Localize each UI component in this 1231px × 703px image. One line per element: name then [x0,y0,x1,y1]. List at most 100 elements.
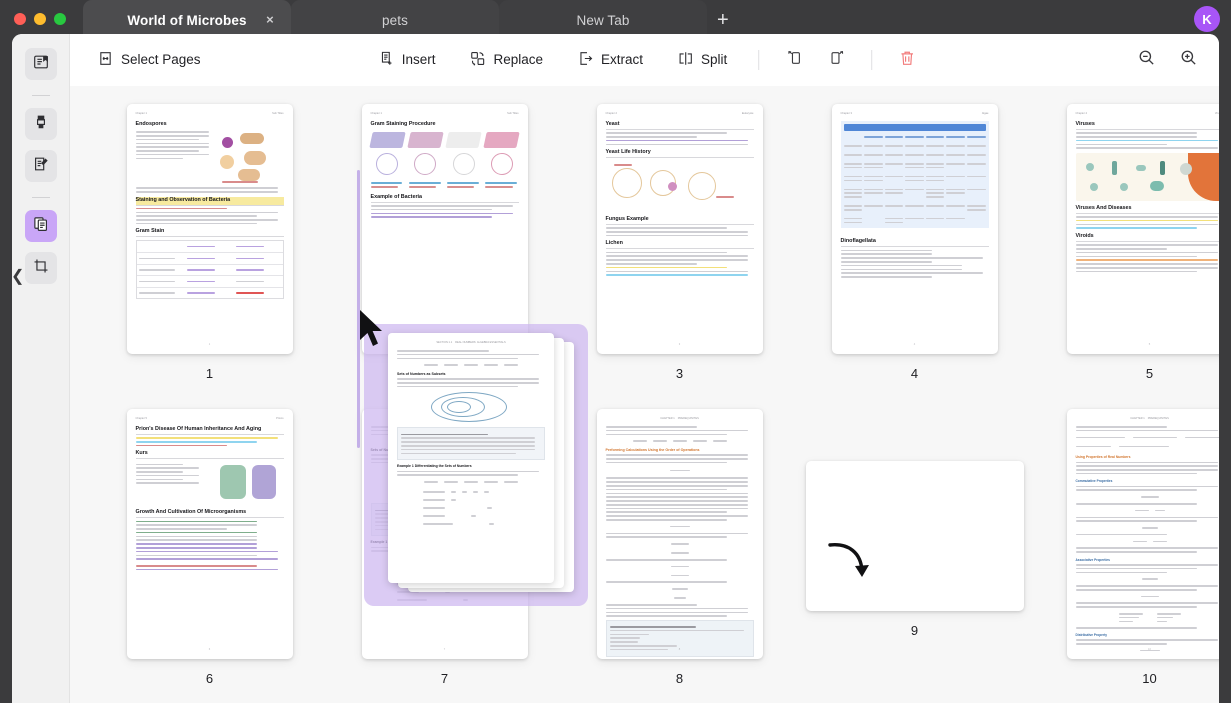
sidebar-item-crop[interactable] [24,252,57,284]
close-window-button[interactable] [14,13,26,25]
zoom-controls [1133,47,1201,73]
page-header-right: Eukaryote [741,112,754,115]
left-tool-rail: ❮ [12,34,70,703]
rotate-left-button[interactable] [781,47,807,73]
sidebar-item-annotate[interactable] [24,150,57,182]
toolbar-divider [758,50,760,70]
page-header-left: Chapter 2 [605,112,617,115]
page-header-left: CHAPTER 1 [660,417,675,420]
sidebar-item-organize-pages[interactable] [24,210,57,242]
pages-grid: Chapter 1 Sub Titles Endospores Staining… [70,104,1219,703]
page-number: 10 [1142,671,1157,686]
crop-icon [32,257,50,280]
select-pages-icon [97,50,114,70]
dragged-page-1: SECTION 1.1 REAL NUMBERS: ALGEBRA ESSENT… [388,333,554,583]
app-body: ❮ Select Pages Insert Replace Extract Sp… [12,34,1219,703]
page-header-left: Chapter 5 [135,417,147,420]
page-title: Using Properties of Real Numbers [1075,455,1131,460]
page-content: Chapter 4 Viruses Viruses [1067,104,1219,354]
zoom-in-button[interactable] [1175,47,1201,73]
page-thumbnail-5[interactable]: Chapter 4 Viruses Viruses [1032,104,1219,409]
page-title: Sets of Numbers as Subsets [397,372,446,377]
page-section: Example 1 Differentiating the Sets of Nu… [397,464,472,469]
page-header-left: CHAPTER 1 [1130,417,1145,420]
page-footer: 10 [1148,648,1151,651]
page-header-left: Chapter 1 [370,112,382,115]
page-thumbnail-6[interactable]: Chapter 5 Prions Prion's Disease Of Huma… [92,409,327,703]
page-footer: 1 [208,343,211,346]
toolbar-actions: Insert Replace Extract Split [369,45,921,75]
page-content: SECTION 1.1 REAL NUMBERS: ALGEBRA ESSENT… [388,333,554,583]
page-figure [1075,152,1219,201]
page-preview[interactable]: Chapter 2 Eukaryote Yeast Yeast Life His… [596,104,763,354]
sidebar-resize-handle[interactable]: ❮ [12,266,24,288]
page-footer: 5 [1148,343,1151,346]
page-content: Chapter 2 Eukaryote Yeast Yeast Life His… [597,104,763,354]
delete-button[interactable] [894,47,920,73]
close-icon[interactable]: × [263,13,277,27]
rail-divider [31,197,50,198]
maximize-window-button[interactable] [54,13,66,25]
replace-icon [469,50,486,70]
page-footer: 7 [443,648,446,651]
page-preview[interactable]: Chapter 1 Sub Titles Endospores Staining… [126,104,293,354]
page-preview[interactable]: CHAPTER 1 PREREQUISITES Performing Calcu… [596,409,763,659]
sidebar-item-reader-view[interactable] [24,48,57,80]
marker-pen-icon [32,113,50,136]
split-icon [677,50,694,70]
page-header-left: Chapter 3 [840,112,852,115]
page-header-right: Viruses [1214,112,1219,115]
page-header-left: SECTION 1.1 [436,341,453,344]
page-number: 1 [205,366,214,381]
page-number: 4 [910,366,919,381]
page-section: Viruses And Diseases [1075,205,1219,214]
page-section: Growth And Cultivation Of Microorganisms [135,509,284,519]
pages-stack-icon [32,215,50,238]
page-preview[interactable]: Chapter 5 Prions Prion's Disease Of Huma… [126,409,293,659]
page-toolbar: Select Pages Insert Replace Extract Spli… [70,34,1219,86]
tab-title: New Tab [576,12,630,28]
pages-canvas[interactable]: Chapter 1 Sub Titles Endospores Staining… [70,86,1219,703]
page-footer: 4 [913,343,916,346]
rotate-right-button[interactable] [823,47,849,73]
book-page-icon [32,53,50,76]
page-thumbnail-8[interactable]: CHAPTER 1 PREREQUISITES Performing Calcu… [562,409,797,703]
extract-button[interactable]: Extract [568,45,652,75]
page-title: Endospores [135,121,167,127]
page-thumbnail-1[interactable]: Chapter 1 Sub Titles Endospores Staining… [92,104,327,409]
page-section: Dinoflagellata [840,238,989,248]
page-preview[interactable]: Chapter 3 Algae Dinoflagellata 4 [831,104,998,354]
page-section: Lichen [605,240,754,250]
zoom-out-button[interactable] [1133,47,1159,73]
page-thumbnail-4[interactable]: Chapter 3 Algae Dinoflagellata 4 4 [797,104,1032,409]
page-footer: 8 [678,648,681,651]
minimize-window-button[interactable] [34,13,46,25]
drag-cursor [358,308,388,355]
page-title: Viruses [1075,121,1219,130]
select-pages-button[interactable]: Select Pages [88,45,210,75]
page-title: Performing Calculations Using the Order … [605,448,700,453]
trash-icon [898,49,916,72]
dragged-pages-stack[interactable]: SECTION 1.1 REAL NUMBERS: ALGEBRA ESSENT… [364,324,588,606]
rotate-right-icon [827,48,846,72]
page-number: 8 [675,671,684,686]
page-preview[interactable]: Chapter 4 Viruses Viruses [1066,104,1219,354]
page-thumbnail-10[interactable]: CHAPTER 1 PREREQUISITES Using Properties… [1032,409,1219,703]
page-header-right: REAL NUMBERS: ALGEBRA ESSENTIALS [455,341,506,344]
page-title: Gram Staining Procedure [370,121,436,127]
page-content: Chapter 1 Sub Titles Endospores Staining… [127,104,293,354]
split-label: Split [701,52,728,68]
replace-button[interactable]: Replace [460,45,552,75]
insert-button[interactable]: Insert [369,45,445,75]
insert-label: Insert [401,52,436,68]
page-preview[interactable]: CHAPTER 1 PREREQUISITES Using Properties… [1066,409,1219,659]
avatar[interactable]: K [1194,6,1220,32]
page-title: Yeast [605,121,754,130]
sidebar-item-highlight[interactable] [24,108,57,140]
page-thumbnail-3[interactable]: Chapter 2 Eukaryote Yeast Yeast Life His… [562,104,797,409]
replace-label: Replace [493,52,544,68]
tab-title: World of Microbes [127,12,247,28]
extract-label: Extract [601,52,644,68]
page-section: Yeast Life History [605,149,754,159]
split-button[interactable]: Split [668,45,736,75]
